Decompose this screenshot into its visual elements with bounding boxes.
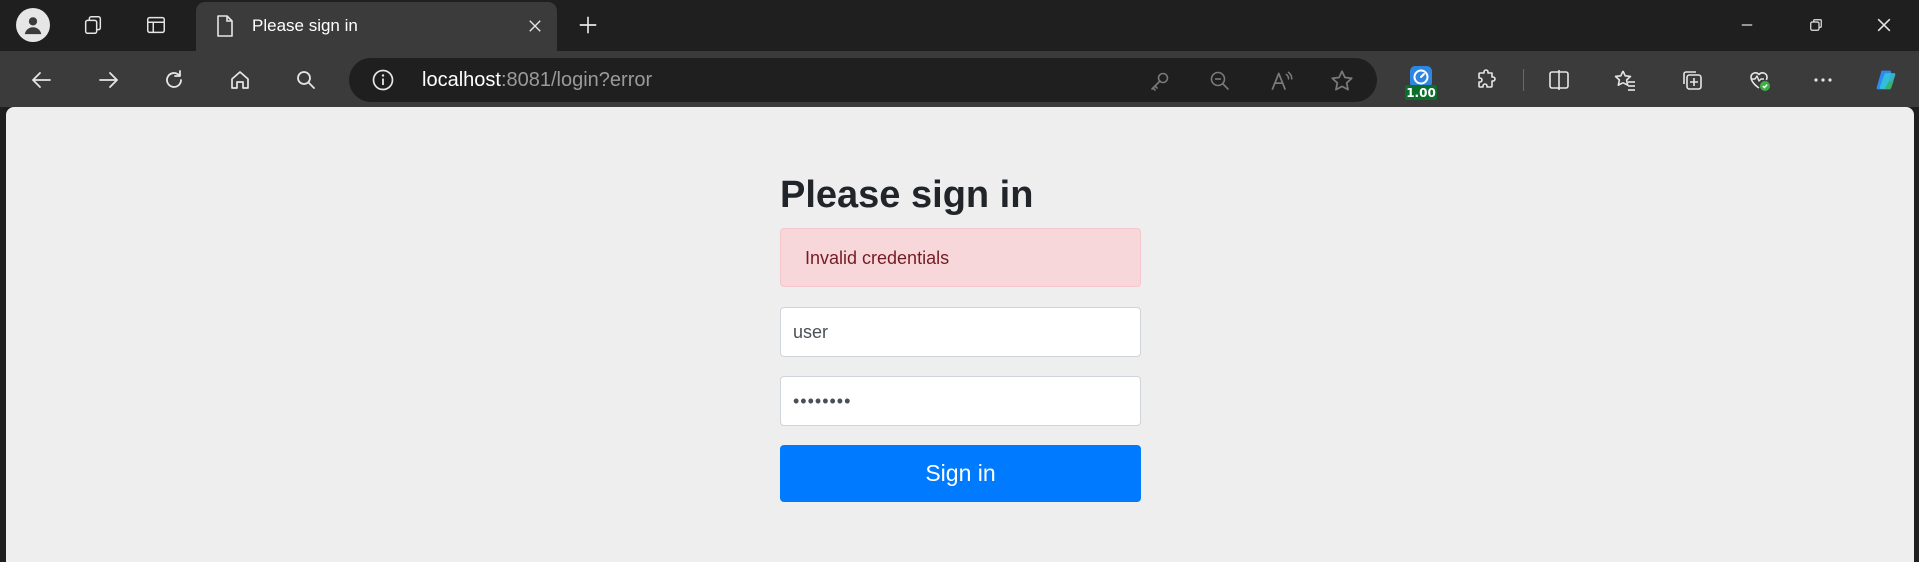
- key-icon: [1151, 72, 1169, 91]
- favorites-icon: [1614, 70, 1635, 91]
- url-text[interactable]: localhost:8081/login?error: [422, 69, 652, 92]
- tab-close-button[interactable]: [523, 14, 547, 38]
- search-icon: [297, 71, 315, 89]
- split-screen-button[interactable]: [1542, 63, 1576, 97]
- restore-icon: [1810, 19, 1822, 31]
- browser-toolbar: localhost:8081/login?error 1.00: [0, 51, 1919, 107]
- home-icon: [231, 71, 249, 89]
- new-tab-button[interactable]: [571, 8, 605, 42]
- reload-icon: [166, 70, 182, 88]
- search-button[interactable]: [289, 63, 323, 97]
- tab-title: Please sign in: [252, 16, 358, 35]
- zoom-out-icon: [1210, 71, 1229, 90]
- zoom-out-button[interactable]: [1207, 68, 1233, 94]
- new-tab-icon: [579, 16, 597, 34]
- minimize-button[interactable]: [1724, 10, 1770, 40]
- tab-actions-button[interactable]: [139, 8, 173, 42]
- read-aloud-button[interactable]: [1269, 68, 1295, 94]
- address-bar[interactable]: localhost:8081/login?error: [349, 58, 1377, 102]
- active-tab[interactable]: Please sign in: [196, 2, 557, 51]
- close-icon: [529, 20, 541, 32]
- split-screen-icon: [1549, 70, 1569, 90]
- extensions-icon: [1478, 69, 1496, 88]
- url-host: localhost: [422, 69, 501, 91]
- more-button[interactable]: [1806, 63, 1840, 97]
- add-favorite-button[interactable]: [1329, 68, 1355, 94]
- extensions-button[interactable]: [1470, 63, 1504, 97]
- star-icon: [1331, 70, 1353, 91]
- back-icon: [32, 72, 51, 88]
- profile-button[interactable]: [16, 8, 50, 42]
- sign-in-button[interactable]: Sign in: [780, 445, 1141, 502]
- tab-actions-icon: [147, 16, 165, 34]
- favorites-button[interactable]: [1608, 63, 1642, 97]
- minimize-icon: [1741, 24, 1753, 26]
- more-icon: [1814, 78, 1832, 82]
- collections-icon: [1683, 71, 1702, 90]
- page-content: Please sign in Invalid credentials user …: [6, 107, 1914, 562]
- forward-icon: [99, 72, 118, 88]
- toolbar-divider: [1523, 69, 1524, 91]
- username-field[interactable]: user: [780, 307, 1141, 357]
- password-field[interactable]: ••••••••: [780, 376, 1141, 426]
- error-alert: Invalid credentials: [780, 228, 1141, 287]
- page-title: Please sign in: [780, 174, 1034, 216]
- info-icon[interactable]: [371, 68, 395, 92]
- back-button[interactable]: [25, 63, 59, 97]
- copilot-button[interactable]: [1869, 63, 1903, 97]
- collections-button[interactable]: [1675, 63, 1709, 97]
- error-alert-text: Invalid credentials: [805, 248, 950, 268]
- read-aloud-icon: [1271, 71, 1293, 90]
- forward-button[interactable]: [91, 63, 125, 97]
- window-close-button[interactable]: [1861, 10, 1907, 40]
- title-bar: Please sign in: [0, 0, 1919, 51]
- reload-button[interactable]: [157, 63, 191, 97]
- passwords-button[interactable]: [1147, 68, 1173, 94]
- browser-essentials-icon: [1750, 72, 1770, 91]
- profile-icon: [16, 8, 50, 42]
- workspaces-icon: [84, 16, 102, 34]
- window-close-icon: [1877, 18, 1891, 32]
- browser-essentials-button[interactable]: [1742, 63, 1776, 97]
- home-button[interactable]: [223, 63, 257, 97]
- restore-button[interactable]: [1793, 10, 1839, 40]
- workspaces-button[interactable]: [76, 8, 110, 42]
- copilot-icon: [1876, 70, 1896, 90]
- speed-badge: 1.00: [1405, 85, 1437, 100]
- url-path: :8081/login?error: [500, 69, 653, 91]
- page-icon: [217, 15, 233, 37]
